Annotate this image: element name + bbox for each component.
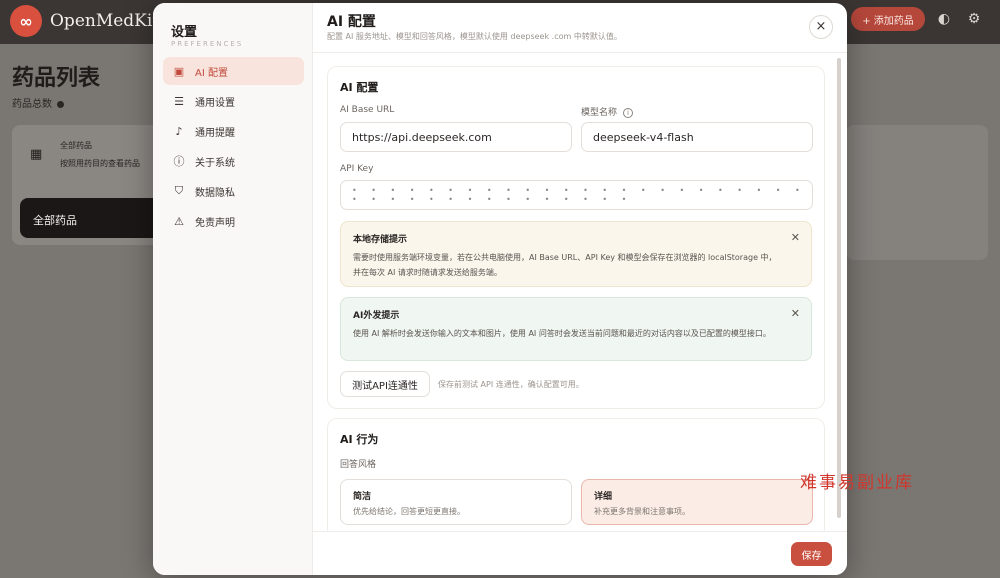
nav-ai-config[interactable]: ▣ AI 配置 <box>163 57 304 85</box>
style-desc: 补充更多背景和注意事项。 <box>594 507 690 516</box>
model-name-input[interactable]: deepseek-v4-flash <box>581 122 813 152</box>
outbound-notice: AI外发提示 使用 AI 解析时会发送你输入的文本和图片，使用 AI 问答时会发… <box>340 297 812 361</box>
api-key-label: API Key <box>340 164 374 174</box>
shield-icon: ⛉ <box>174 184 184 197</box>
page-title: 药品列表 <box>12 66 101 91</box>
answer-style-label: 回答风格 <box>340 460 377 470</box>
modal-footer: 保存 <box>313 531 847 575</box>
section-description: 配置 AI 服务地址、模型和回答风格，模型默认使用 deepseek .com … <box>327 32 622 41</box>
page-subtitle: 药品总数 <box>12 95 64 110</box>
ai-config-icon: ▣ <box>173 64 185 78</box>
info-icon[interactable]: i <box>623 108 634 118</box>
category-desc: 按照用药目的查看药品 <box>60 159 140 168</box>
scrollbar[interactable] <box>837 58 841 518</box>
model-name-label: 模型名称 i <box>581 105 634 118</box>
ai-behavior-section: AI 行为 回答风格 简洁 优先给结论，回答更短更直接。 详细 补充更多背景和注… <box>327 418 825 538</box>
ai-behavior-title: AI 行为 <box>340 433 379 446</box>
header-divider <box>313 52 847 53</box>
settings-modal: 设置 PREFERENCES ▣ AI 配置 ☰ 通用设置 ♪ 通用提醒 ⓘ 关… <box>153 3 847 575</box>
model-name-label-text: 模型名称 <box>581 108 618 118</box>
app-brand: OpenMedKit <box>50 11 160 31</box>
notice-title: AI外发提示 <box>353 311 400 321</box>
nav-label: 通用设置 <box>195 97 235 109</box>
nav-disclaimer[interactable]: ⚠ 免责声明 <box>163 207 304 235</box>
style-name: 简洁 <box>353 492 372 502</box>
nav-label: 关于系统 <box>195 157 235 169</box>
settings-subtitle: PREFERENCES <box>171 40 244 48</box>
grid-icon: ▦ <box>30 147 43 162</box>
all-medicines-button[interactable]: 全部药品 <box>20 198 165 238</box>
notice-body: 需要时使用服务端环境变量，若在公共电脑使用，AI Base URL、API Ke… <box>353 253 777 277</box>
nav-label: AI 配置 <box>195 67 228 79</box>
nav-general-settings[interactable]: ☰ 通用设置 <box>163 87 304 115</box>
page-subtitle-text: 药品总数 <box>12 99 52 110</box>
save-button[interactable]: 保存 <box>791 542 832 566</box>
api-key-input[interactable]: • • • • • • • • • • • • • • • • • • • • … <box>340 180 813 210</box>
notice-body: 使用 AI 解析时会发送你输入的文本和图片，使用 AI 问答时会发送当前问题和最… <box>353 329 771 338</box>
warning-icon: ⚠ <box>174 214 184 228</box>
close-icon[interactable]: ✕ <box>791 307 800 320</box>
nav-reminders[interactable]: ♪ 通用提醒 <box>163 117 304 145</box>
section-heading: AI 配置 <box>327 14 376 30</box>
bell-icon: ♪ <box>175 124 183 138</box>
close-button[interactable]: × <box>809 15 833 39</box>
test-api-hint: 保存前测试 API 连通性，确认配置可用。 <box>438 380 584 389</box>
style-name: 详细 <box>594 492 613 502</box>
base-url-input[interactable]: https://api.deepseek.com <box>340 122 572 152</box>
list-settings-icon: ☰ <box>174 94 184 108</box>
gear-icon[interactable]: ⚙ <box>966 11 982 27</box>
count-badge <box>57 100 64 108</box>
nav-label: 免责声明 <box>195 217 235 229</box>
nav-label: 数据隐私 <box>195 187 235 199</box>
ai-config-section: AI 配置 AI Base URL https://api.deepseek.c… <box>327 66 825 409</box>
settings-main: AI 配置 配置 AI 服务地址、模型和回答风格，模型默认使用 deepseek… <box>313 3 847 575</box>
style-option-concise[interactable]: 简洁 优先给结论，回答更短更直接。 <box>340 479 572 525</box>
style-desc: 优先给结论，回答更短更直接。 <box>353 507 465 516</box>
nav-label: 通用提醒 <box>195 127 235 139</box>
watermark: 难事易副业库 <box>800 473 914 493</box>
info-circle-icon: ⓘ <box>173 155 185 168</box>
nav-privacy[interactable]: ⛉ 数据隐私 <box>163 177 304 205</box>
settings-sidebar: 设置 PREFERENCES ▣ AI 配置 ☰ 通用设置 ♪ 通用提醒 ⓘ 关… <box>153 3 313 575</box>
base-url-label: AI Base URL <box>340 105 395 115</box>
app-logo-icon: ∞ <box>10 5 42 37</box>
local-storage-notice: 本地存储提示 需要时使用服务端环境变量，若在公共电脑使用，AI Base URL… <box>340 221 812 287</box>
style-option-detailed[interactable]: 详细 补充更多背景和注意事项。 <box>581 479 813 525</box>
test-api-button[interactable]: 测试API连通性 <box>340 371 430 397</box>
ai-config-title: AI 配置 <box>340 81 379 94</box>
right-panel <box>846 125 988 260</box>
category-title: 全部药品 <box>60 141 92 150</box>
notice-title: 本地存储提示 <box>353 235 408 245</box>
nav-about[interactable]: ⓘ 关于系统 <box>163 147 304 175</box>
settings-title: 设置 <box>171 25 198 40</box>
theme-toggle-icon[interactable]: ◐ <box>936 11 952 27</box>
add-medicine-button[interactable]: + 添加药品 <box>851 7 925 31</box>
close-icon[interactable]: ✕ <box>791 231 800 244</box>
